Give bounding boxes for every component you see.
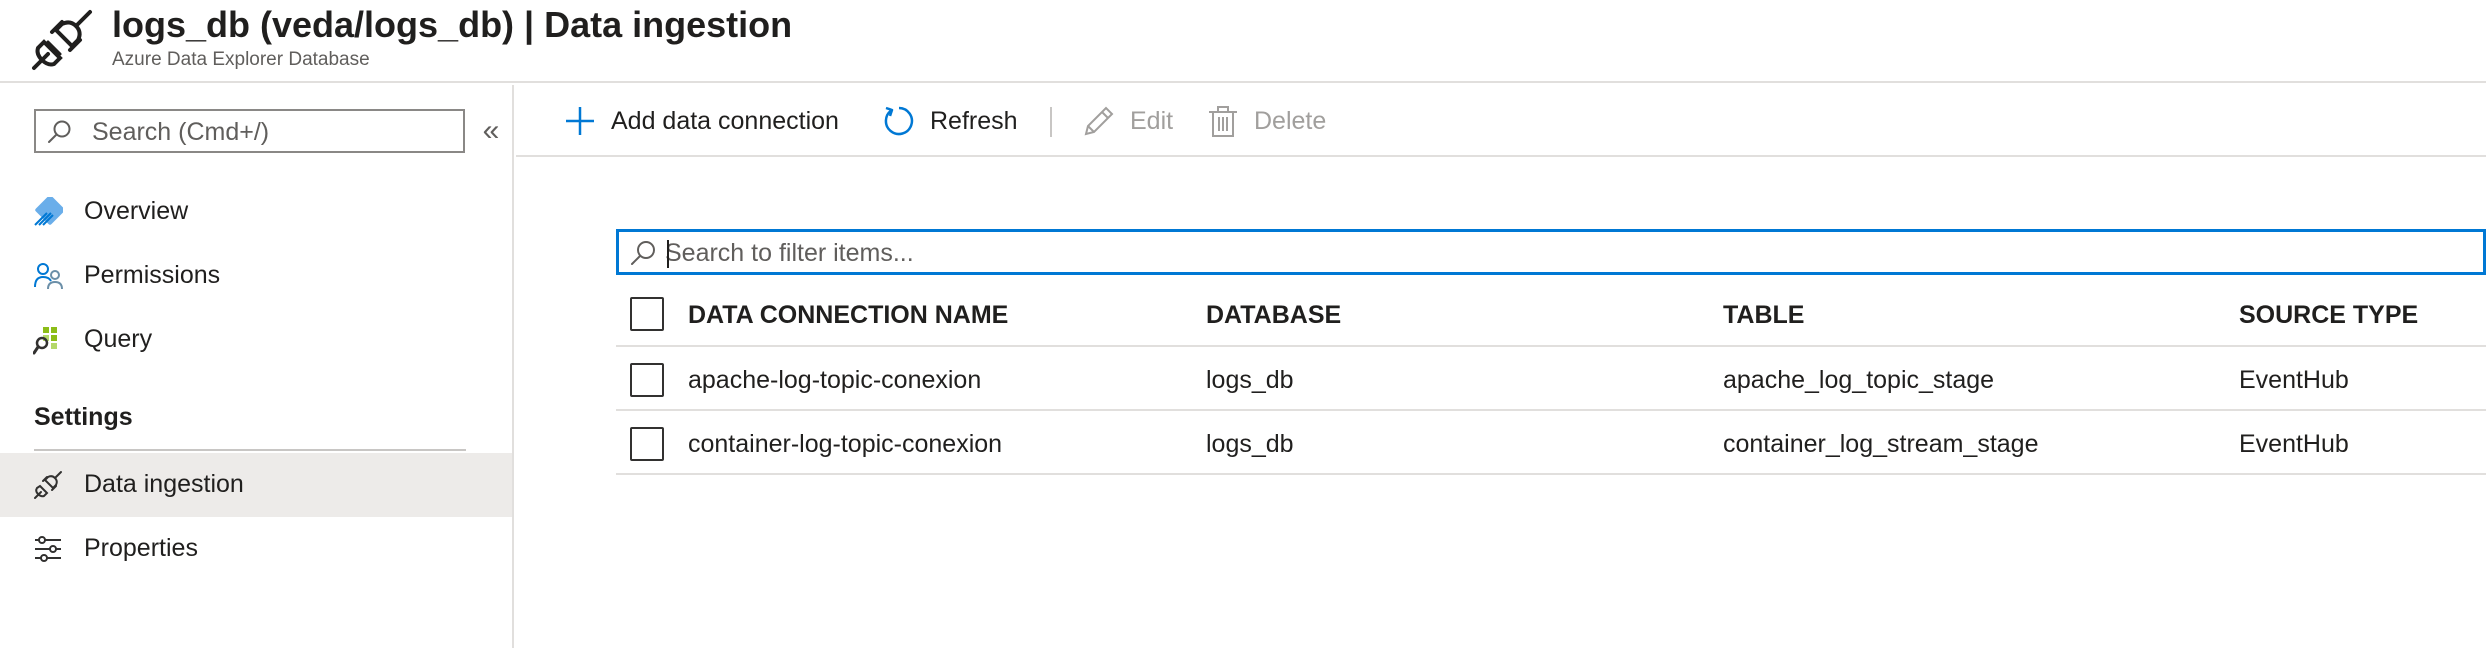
column-header[interactable]: DATA CONNECTION NAME [688, 301, 1008, 330]
sidebar-item-properties[interactable]: Properties [0, 517, 512, 581]
filter-input[interactable] [665, 238, 2465, 268]
page-subtitle: Azure Data Explorer Database [112, 49, 370, 70]
sidebar-item-query[interactable]: Query [0, 308, 512, 372]
sidebar: « Overview Permissions Query Se [0, 85, 514, 648]
sliders-icon [35, 536, 61, 562]
pencil-icon [1084, 106, 1114, 136]
table-cell: apache_log_topic_stage [1723, 366, 1995, 394]
section-divider [34, 449, 466, 451]
command-bar: Add data connection Refresh Edit Delete [516, 85, 2486, 157]
table-header-row: DATA CONNECTION NAME DATABASE TABLE SOUR… [616, 281, 2486, 347]
plus-icon [566, 107, 594, 135]
column-header[interactable]: SOURCE TYPE [2239, 301, 2418, 330]
text-caret [667, 240, 669, 268]
search-icon [48, 120, 71, 143]
database-cell: logs_db [1206, 430, 1294, 458]
collapse-sidebar-button[interactable]: « [478, 113, 504, 149]
refresh-icon [884, 106, 914, 136]
select-all-checkbox[interactable] [630, 297, 664, 331]
source-type-cell: EventHub [2239, 366, 2349, 394]
page-header: logs_db (veda/logs_db) | Data ingestion … [0, 0, 2486, 83]
connection-name-cell[interactable]: apache-log-topic-conexion [688, 366, 981, 395]
sidebar-item-permissions[interactable]: Permissions [0, 244, 512, 308]
sidebar-item-label: Data ingestion [84, 470, 244, 498]
table-row[interactable]: container-log-topic-conexion logs_db con… [616, 411, 2486, 475]
settings-section-label: Settings [34, 403, 133, 431]
toolbar-separator [1050, 107, 1052, 137]
sidebar-item-label: Permissions [84, 261, 221, 289]
row-checkbox[interactable] [630, 427, 664, 461]
trash-icon [1209, 106, 1237, 137]
permissions-icon [34, 263, 63, 290]
page-title: logs_db (veda/logs_db) | Data ingestion [112, 4, 793, 45]
column-header[interactable]: TABLE [1723, 301, 1804, 330]
plug-icon [32, 10, 92, 70]
sidebar-item-label: Query [84, 325, 153, 353]
query-icon [33, 327, 57, 355]
refresh-button[interactable]: Refresh [882, 99, 1018, 143]
sidebar-search[interactable] [34, 109, 465, 153]
refresh-label: Refresh [930, 106, 1018, 135]
database-cell: logs_db [1206, 366, 1294, 394]
overview-icon [34, 197, 63, 226]
source-type-cell: EventHub [2239, 430, 2349, 458]
row-checkbox[interactable] [630, 363, 664, 397]
sidebar-search-input[interactable] [92, 117, 452, 147]
sidebar-item-data-ingestion[interactable]: Data ingestion [0, 453, 512, 517]
delete-button[interactable]: Delete [1206, 99, 1326, 143]
plug-icon [34, 471, 62, 499]
sidebar-item-label: Overview [84, 197, 189, 225]
sidebar-item-overview[interactable]: Overview [0, 180, 512, 244]
connection-name-cell[interactable]: container-log-topic-conexion [688, 430, 1002, 459]
edit-label: Edit [1130, 106, 1174, 135]
delete-label: Delete [1254, 106, 1327, 135]
column-header[interactable]: DATABASE [1206, 301, 1341, 330]
table-cell: container_log_stream_stage [1723, 430, 2039, 458]
table-row[interactable]: apache-log-topic-conexion logs_db apache… [616, 347, 2486, 411]
add-data-connection-label: Add data connection [611, 106, 839, 135]
edit-button[interactable]: Edit [1082, 99, 1173, 143]
add-data-connection-button[interactable]: Add data connection [563, 99, 839, 143]
data-connections-table: DATA CONNECTION NAME DATABASE TABLE SOUR… [616, 281, 2486, 475]
sidebar-item-label: Properties [84, 534, 198, 562]
filter-box[interactable] [616, 229, 2486, 275]
search-icon [631, 241, 655, 265]
main-content: Add data connection Refresh Edit Delete … [516, 85, 2486, 648]
